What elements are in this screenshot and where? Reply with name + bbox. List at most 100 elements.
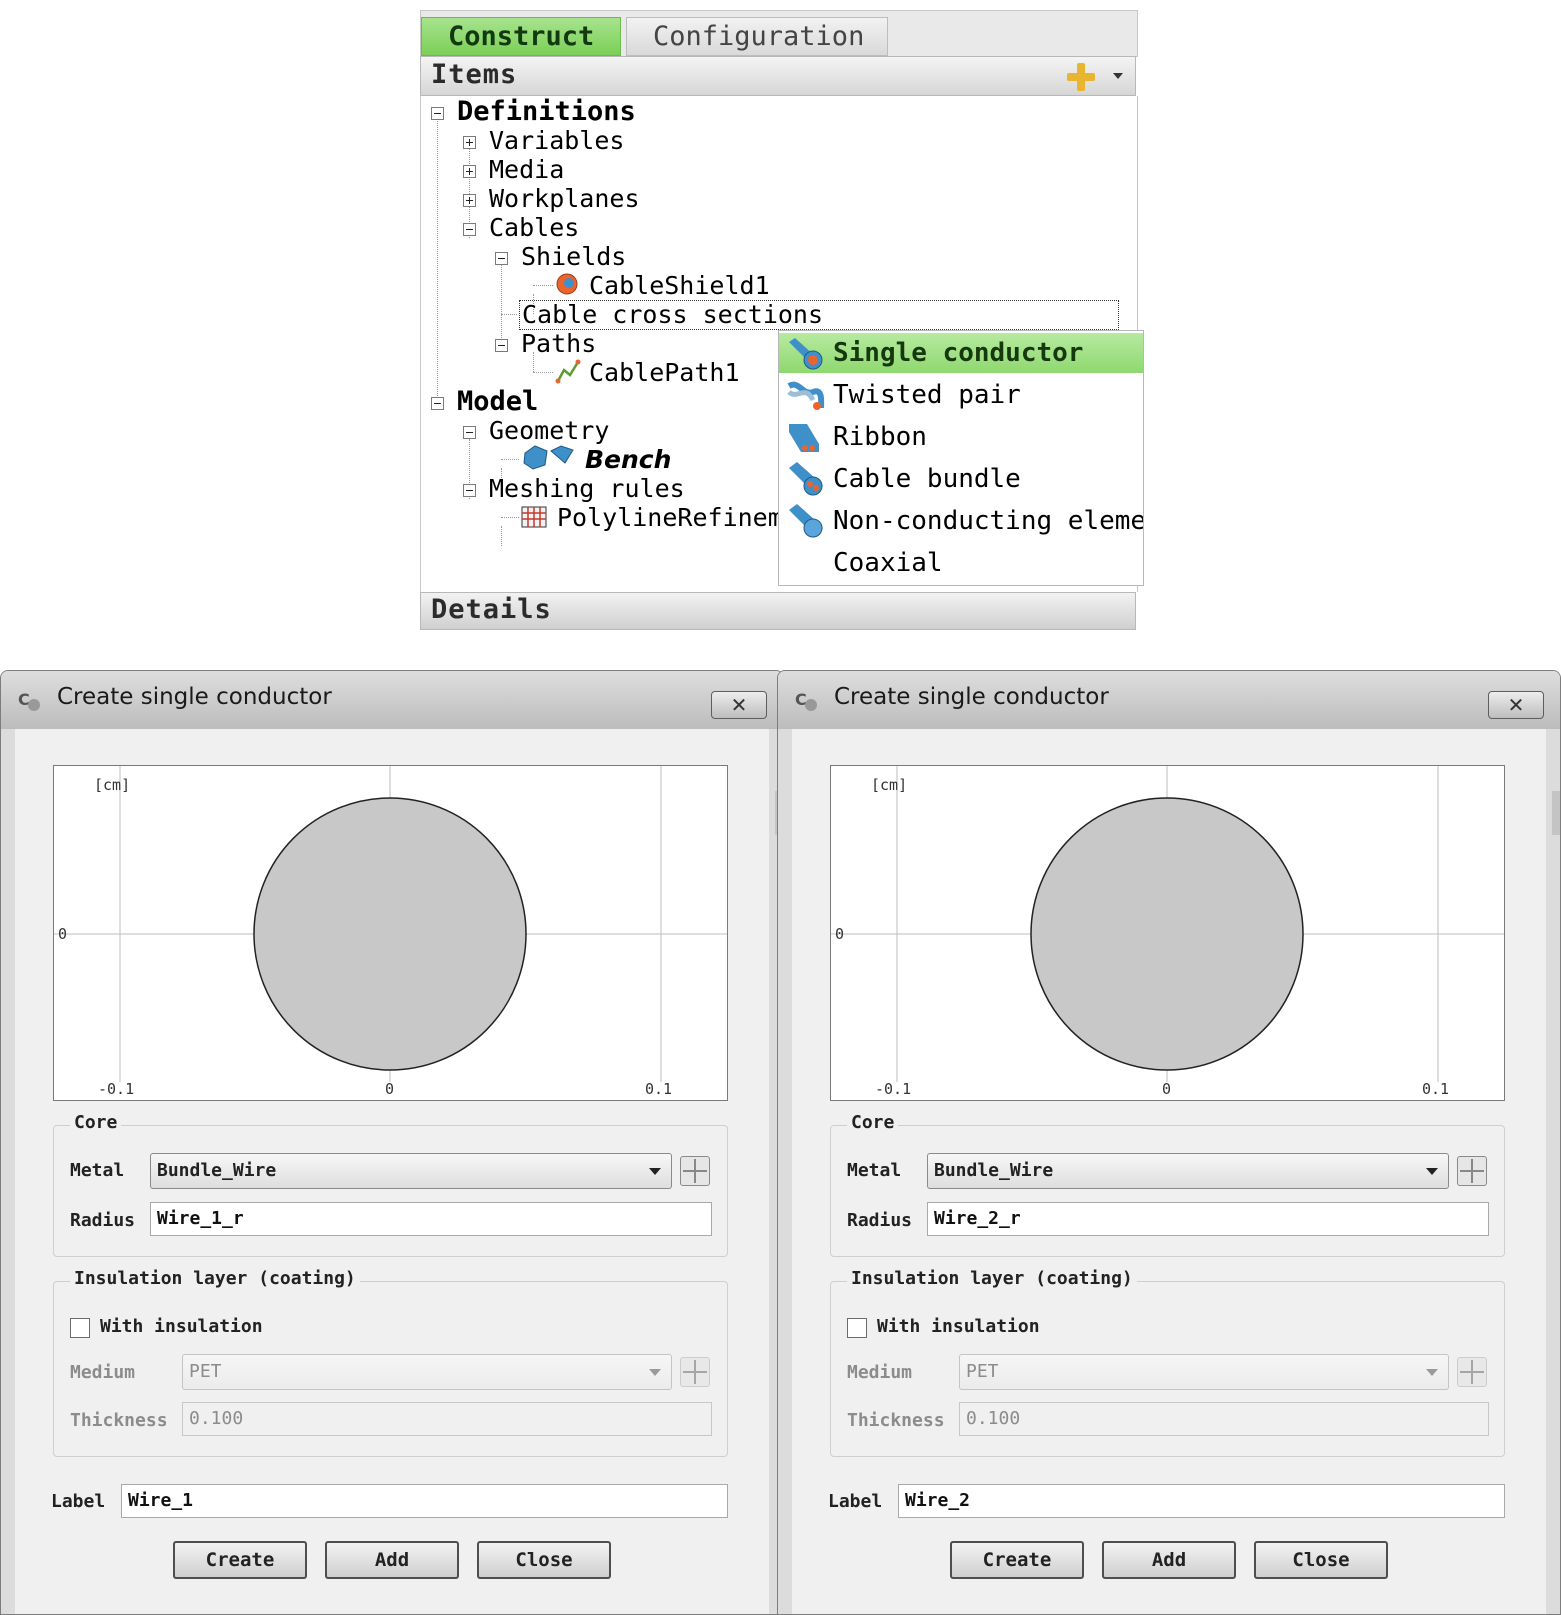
- close-icon[interactable]: ✕: [1488, 691, 1544, 719]
- tree-node-shields[interactable]: Shields: [521, 242, 626, 272]
- with-insulation-checkbox[interactable]: [847, 1318, 867, 1338]
- items-header: Items: [420, 56, 1136, 96]
- thickness-label: Thickness: [70, 1410, 168, 1431]
- radius-label: Radius: [847, 1210, 913, 1231]
- collapse-icon[interactable]: [463, 426, 476, 439]
- expand-icon[interactable]: [463, 165, 476, 178]
- medium-label: Medium: [70, 1362, 136, 1383]
- dialog-title: Create single conductor: [57, 684, 332, 710]
- radius-label: Radius: [70, 1210, 136, 1231]
- grid-picker-icon[interactable]: [680, 1357, 710, 1387]
- menu-item-ribbon[interactable]: Ribbon: [779, 417, 1143, 457]
- collapse-icon[interactable]: [431, 107, 444, 120]
- tree-node-cable-shield[interactable]: CableShield1: [589, 271, 770, 301]
- menu-item-twisted-pair[interactable]: Twisted pair: [779, 375, 1143, 415]
- add-item-icon[interactable]: [1067, 63, 1095, 91]
- conductor-circle: [253, 797, 527, 1071]
- tree-guide: [501, 517, 519, 518]
- tree-node-polyline-refinement[interactable]: PolylineRefinem: [557, 503, 783, 533]
- add-item-dropdown-icon[interactable]: [1113, 73, 1123, 79]
- menu-item-single-conductor[interactable]: Single conductor: [779, 333, 1143, 373]
- tree-node-cables[interactable]: Cables: [489, 213, 579, 243]
- radius-input[interactable]: Wire_1_r: [150, 1202, 712, 1236]
- grid-picker-icon[interactable]: [680, 1156, 710, 1186]
- tree-node-definitions[interactable]: Definitions: [457, 97, 636, 127]
- cable-path-icon: [555, 359, 581, 384]
- tree-node-geometry[interactable]: Geometry: [489, 416, 609, 446]
- tree-node-media[interactable]: Media: [489, 155, 564, 185]
- metal-select[interactable]: Bundle_Wire: [927, 1153, 1449, 1189]
- add-button[interactable]: Add: [1102, 1541, 1236, 1579]
- radius-input[interactable]: Wire_2_r: [927, 1202, 1489, 1236]
- medium-select[interactable]: PET: [959, 1354, 1449, 1390]
- tree-node-variables[interactable]: Variables: [489, 126, 624, 156]
- collapse-icon[interactable]: [463, 223, 476, 236]
- insulation-group: Insulation layer (coating) With insulati…: [53, 1268, 728, 1457]
- tree-guide: [501, 314, 517, 315]
- x-tick-label: 0: [1162, 1080, 1171, 1098]
- add-button[interactable]: Add: [325, 1541, 459, 1579]
- grid-picker-icon[interactable]: [1457, 1357, 1487, 1387]
- collapse-icon[interactable]: [495, 252, 508, 265]
- tab-configuration[interactable]: Configuration: [626, 17, 888, 56]
- ribbon-icon: [789, 424, 819, 452]
- dialog-title-bar[interactable]: C Create single conductor ✕: [1, 671, 783, 729]
- grid-picker-icon[interactable]: [1457, 1156, 1487, 1186]
- insulation-group: Insulation layer (coating) With insulati…: [830, 1268, 1505, 1457]
- expand-icon[interactable]: [463, 194, 476, 207]
- close-button[interactable]: Close: [477, 1541, 611, 1579]
- tree-node-paths[interactable]: Paths: [521, 329, 596, 359]
- tree-guide: [533, 285, 553, 286]
- medium-select-value: PET: [189, 1361, 222, 1382]
- expand-icon[interactable]: [463, 136, 476, 149]
- tree-guide: [501, 459, 519, 460]
- medium-label: Medium: [847, 1362, 913, 1383]
- plot-unit-label: [cm]: [94, 776, 130, 794]
- app-icon: C: [795, 690, 817, 711]
- details-header-title: Details: [431, 594, 552, 625]
- close-button[interactable]: Close: [1254, 1541, 1388, 1579]
- app-icon: C: [18, 690, 40, 711]
- metal-label: Metal: [70, 1160, 125, 1181]
- resize-grip[interactable]: [1552, 791, 1560, 835]
- tree-node-model[interactable]: Model: [457, 387, 538, 417]
- create-single-conductor-dialog-1: C Create single conductor ✕ [cm] 0 -0.1 …: [0, 670, 784, 1615]
- menu-item-label: Twisted pair: [833, 380, 1021, 410]
- tab-construct[interactable]: Construct: [421, 17, 621, 56]
- medium-select[interactable]: PET: [182, 1354, 672, 1390]
- chevron-down-icon: [1426, 1369, 1438, 1376]
- close-icon[interactable]: ✕: [711, 691, 767, 719]
- label-input[interactable]: Wire_2: [898, 1484, 1505, 1518]
- cable-bundle-icon: [789, 462, 823, 496]
- label-label: Label: [51, 1491, 106, 1512]
- insulation-legend: Insulation layer (coating): [847, 1268, 1137, 1289]
- tree-node-meshing-rules[interactable]: Meshing rules: [489, 474, 685, 504]
- menu-item-non-conducting-element[interactable]: Non-conducting elemer: [779, 501, 1143, 541]
- menu-item-coaxial[interactable]: Coaxial: [779, 543, 1143, 583]
- collapse-icon[interactable]: [463, 484, 476, 497]
- create-button[interactable]: Create: [950, 1541, 1084, 1579]
- dialog-title-bar[interactable]: C Create single conductor ✕: [778, 671, 1560, 729]
- menu-item-cable-bundle[interactable]: Cable bundle: [779, 459, 1143, 499]
- dialog-body: [cm] 0 -0.1 0 0.1 Core Metal Bundle_Wire…: [15, 729, 769, 1614]
- tab-bar: Construct Configuration: [420, 10, 1138, 57]
- cross-section-plot: [cm] 0 -0.1 0 0.1: [54, 766, 727, 1098]
- metal-label: Metal: [847, 1160, 902, 1181]
- thickness-label: Thickness: [847, 1410, 945, 1431]
- thickness-input[interactable]: 0.100: [182, 1402, 712, 1436]
- tree-guide: [501, 264, 502, 344]
- svg-text:C: C: [795, 690, 807, 709]
- collapse-icon[interactable]: [431, 397, 444, 410]
- with-insulation-checkbox[interactable]: [70, 1318, 90, 1338]
- tree-node-cable-cross-sections[interactable]: Cable cross sections: [519, 300, 1119, 330]
- metal-select[interactable]: Bundle_Wire: [150, 1153, 672, 1189]
- collapse-icon[interactable]: [495, 339, 508, 352]
- label-input[interactable]: Wire_1: [121, 1484, 728, 1518]
- thickness-input[interactable]: 0.100: [959, 1402, 1489, 1436]
- geometry-part-icon: [523, 445, 574, 470]
- create-button[interactable]: Create: [173, 1541, 307, 1579]
- tree-node-cable-path[interactable]: CablePath1: [589, 358, 740, 388]
- cable-shield-icon: [556, 273, 578, 295]
- tree-node-workplanes[interactable]: Workplanes: [489, 184, 640, 214]
- tree-node-bench[interactable]: Bench: [585, 445, 671, 475]
